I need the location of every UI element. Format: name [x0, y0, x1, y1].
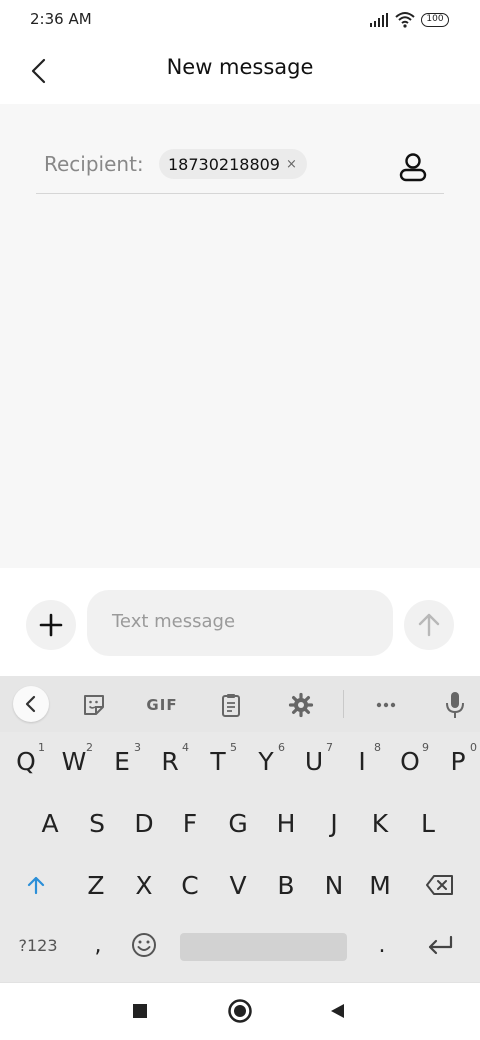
home-circle-icon[interactable] — [227, 998, 253, 1024]
key-hint-number: 9 — [422, 741, 429, 754]
keyboard-settings-button[interactable] — [286, 690, 316, 720]
key-hint-number: 6 — [278, 741, 285, 754]
more-dots-icon — [376, 702, 396, 708]
shift-key[interactable] — [14, 860, 58, 910]
key-z[interactable]: Z — [74, 860, 118, 910]
key-c[interactable]: C — [168, 860, 212, 910]
emoji-icon — [132, 933, 156, 957]
shift-arrow-icon — [27, 876, 45, 895]
key-s[interactable]: S — [75, 798, 119, 848]
emoji-key[interactable] — [122, 920, 166, 970]
key-g[interactable]: G — [216, 798, 260, 848]
key-x[interactable]: X — [122, 860, 166, 910]
backspace-icon — [426, 875, 453, 895]
page-title: New message — [166, 55, 314, 79]
microphone-icon — [446, 692, 464, 718]
keyboard-collapse-button[interactable] — [13, 686, 49, 722]
send-button[interactable] — [404, 600, 454, 650]
recipient-chip-number: 18730218809 — [168, 154, 280, 174]
back-triangle-icon[interactable] — [328, 1002, 346, 1020]
key-hint-number: 1 — [38, 741, 45, 754]
send-arrow-icon — [418, 613, 440, 637]
gear-icon — [288, 692, 314, 718]
plus-icon — [39, 613, 63, 637]
key-b[interactable]: B — [264, 860, 308, 910]
space-key[interactable] — [180, 933, 347, 961]
comma-key[interactable]: , — [76, 920, 120, 970]
battery-icon: 100 — [421, 13, 449, 27]
clipboard-button[interactable] — [216, 690, 246, 720]
key-l[interactable]: L — [406, 798, 450, 848]
key-f[interactable]: F — [168, 798, 212, 848]
add-attachment-button[interactable] — [26, 600, 76, 650]
more-options-button[interactable] — [371, 690, 401, 720]
recipient-divider — [36, 193, 444, 194]
key-hint-number: 5 — [230, 741, 237, 754]
key-hint-number: 2 — [86, 741, 93, 754]
wifi-icon — [395, 12, 415, 28]
key-d[interactable]: D — [122, 798, 166, 848]
chevron-left-icon — [25, 695, 36, 713]
gif-button[interactable]: GIF — [143, 690, 181, 720]
voice-input-button[interactable] — [440, 690, 470, 720]
key-hint-number: 4 — [182, 741, 189, 754]
status-time: 2:36 AM — [30, 10, 92, 28]
key-v[interactable]: V — [216, 860, 260, 910]
clipboard-icon — [222, 694, 240, 717]
recents-square-icon[interactable] — [131, 1002, 149, 1020]
cellular-signal-icon — [370, 13, 388, 27]
key-n[interactable]: N — [312, 860, 356, 910]
key-h[interactable]: H — [264, 798, 308, 848]
key-hint-number: 7 — [326, 741, 333, 754]
symbols-key[interactable]: ?123 — [12, 920, 64, 970]
key-hint-number: 3 — [134, 741, 141, 754]
key-k[interactable]: K — [358, 798, 402, 848]
sticker-button[interactable] — [79, 690, 109, 720]
backspace-key[interactable] — [418, 860, 462, 910]
enter-key[interactable] — [418, 920, 462, 970]
toolbar-divider — [343, 690, 344, 718]
key-j[interactable]: J — [312, 798, 356, 848]
enter-arrow-icon — [428, 935, 453, 955]
chip-remove-icon[interactable]: × — [286, 157, 297, 172]
recipient-chip[interactable]: 18730218809 × — [159, 149, 307, 179]
key-m[interactable]: M — [358, 860, 402, 910]
message-input-placeholder: Text message — [112, 611, 236, 632]
key-a[interactable]: A — [28, 798, 72, 848]
key-hint-number: 0 — [470, 741, 477, 754]
period-key[interactable]: . — [360, 920, 404, 970]
sticker-icon — [84, 695, 104, 715]
key-hint-number: 8 — [374, 741, 381, 754]
recipient-label: Recipient: — [44, 152, 144, 176]
contacts-icon[interactable] — [396, 150, 430, 184]
